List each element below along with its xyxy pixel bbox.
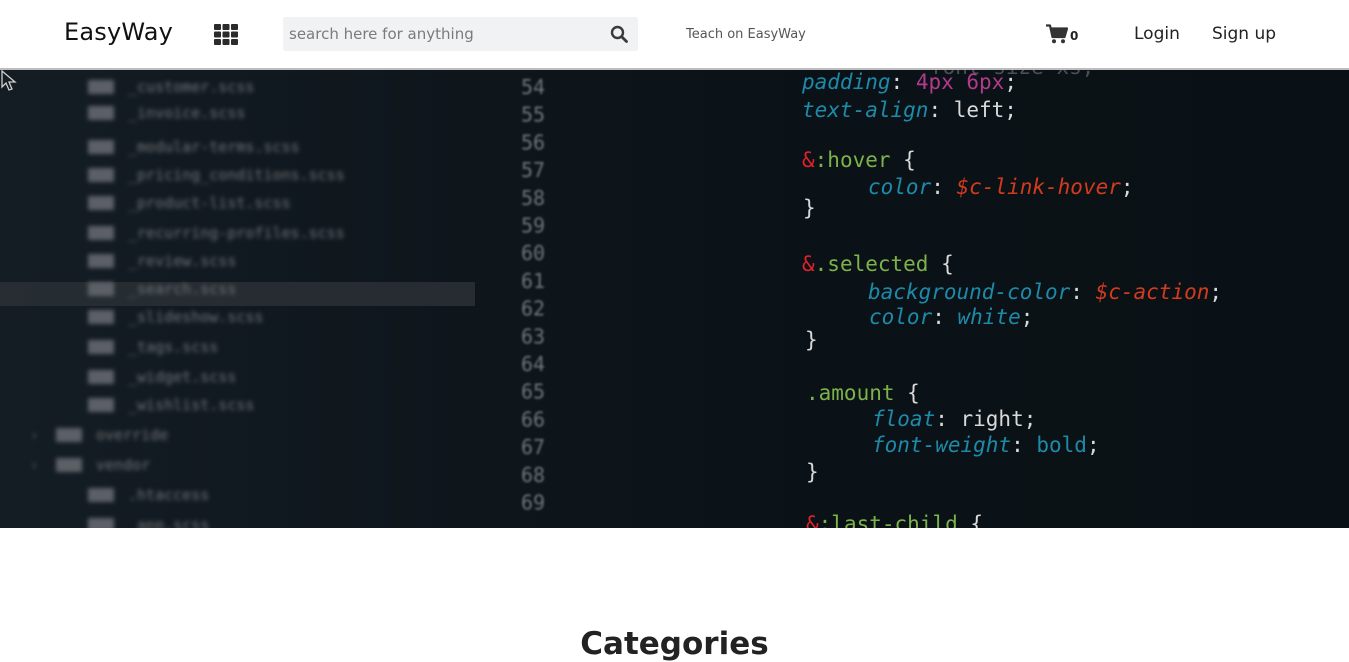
- file-tree-item: _app.scss: [128, 516, 209, 528]
- file-tree-selected-row: [0, 282, 475, 306]
- file-icon: [88, 340, 114, 354]
- teach-link[interactable]: Teach on EasyWay: [686, 27, 806, 42]
- code-line: }: [806, 460, 819, 484]
- line-number: 62: [521, 297, 545, 321]
- file-icon: [56, 428, 82, 442]
- line-number: 67: [521, 435, 545, 459]
- file-icon: [88, 370, 114, 384]
- file-icon: [88, 398, 114, 412]
- signup-link[interactable]: Sign up: [1212, 24, 1276, 44]
- brand-logo[interactable]: EasyWay: [64, 18, 173, 46]
- file-tree-item: _pricing_conditions.scss: [128, 166, 345, 184]
- code-line: &.selected {: [802, 252, 954, 276]
- code-line: .amount {: [806, 381, 920, 405]
- file-icon: [88, 254, 114, 268]
- line-number: 58: [521, 186, 545, 210]
- file-icon: [88, 518, 114, 528]
- shopping-cart-icon: [1046, 24, 1068, 44]
- line-number: 54: [521, 75, 545, 99]
- file-icon: [88, 140, 114, 154]
- line-number: 60: [521, 241, 545, 265]
- file-icon: [88, 310, 114, 324]
- file-icon: [88, 196, 114, 210]
- line-number: 55: [521, 103, 545, 127]
- file-tree-item: _recurring-profiles.scss: [128, 224, 345, 242]
- file-icon: [88, 168, 114, 182]
- file-icon: [88, 488, 114, 502]
- file-tree-item: _tags.scss: [128, 338, 218, 356]
- code-line: color: white;: [869, 305, 1033, 329]
- top-navbar: EasyWay Teach on EasyWay 0 Login: [0, 0, 1349, 70]
- code-line: color: $c-link-hover;: [868, 175, 1134, 199]
- code-line: &:hover {: [802, 148, 916, 172]
- line-number: 56: [521, 130, 545, 154]
- apps-grid-icon[interactable]: [214, 24, 238, 45]
- line-number: 64: [521, 352, 545, 376]
- categories-heading: Categories: [580, 625, 769, 662]
- code-line: padding: 4px 6px;: [801, 70, 1017, 94]
- file-tree-item: _invoice.scss: [128, 104, 245, 122]
- line-number: 57: [521, 158, 545, 182]
- folder-arrow-icon: ›: [30, 428, 38, 444]
- line-number: 63: [521, 324, 545, 348]
- code-background-image: _customer.scss _invoice.scss _modular-term…: [0, 70, 1222, 528]
- file-tree-item: vendor: [96, 456, 150, 474]
- code-line: }: [803, 196, 816, 220]
- search-input[interactable]: [283, 17, 593, 51]
- code-line: text-align: left;: [802, 98, 1017, 122]
- file-tree-item: _slideshow.scss: [128, 308, 263, 326]
- file-tree-item: _widget.scss: [128, 368, 236, 386]
- login-link[interactable]: Login: [1134, 24, 1180, 44]
- line-number: 69: [521, 491, 545, 515]
- file-tree-item: _customer.scss: [128, 78, 254, 96]
- file-icon: [88, 106, 114, 120]
- file-icon: [88, 80, 114, 94]
- line-number: 68: [521, 463, 545, 487]
- file-tree-item: _wishlist.scss: [128, 396, 254, 414]
- cart-count-badge: 0: [1070, 29, 1079, 43]
- file-tree-item: _search.scss: [128, 280, 236, 298]
- file-icon: [88, 226, 114, 240]
- file-tree-item: _product-list.scss: [128, 194, 291, 212]
- file-tree-item: _modular-terms.scss: [128, 138, 300, 156]
- file-tree-item: .htaccess: [128, 486, 209, 504]
- code-line: float: right;: [872, 407, 1036, 431]
- code-line: &:last-child {: [806, 512, 983, 528]
- line-number: 65: [521, 380, 545, 404]
- line-numbers: 54 55 56 57 58 59 60 61 62 63 64 65 66 67 68 69: [521, 75, 545, 515]
- code-line: }: [805, 328, 818, 352]
- file-icon: [88, 282, 114, 296]
- hero-banner: _customer.scss _invoice.scss _modular-term…: [0, 70, 1349, 528]
- file-tree-item: _review.scss: [128, 252, 236, 270]
- line-number: 66: [521, 407, 545, 431]
- code-line: font-weight: bold;: [872, 433, 1100, 457]
- mouse-pointer-icon: [1, 70, 17, 91]
- code-line: background-color: $c-action;: [868, 280, 1222, 304]
- code-editor-text: font-size-xs;padding: 4px 6px;text-align…: [801, 70, 1222, 528]
- folder-arrow-icon: ›: [30, 458, 38, 474]
- search-bar: [283, 17, 638, 51]
- search-icon[interactable]: [610, 25, 628, 43]
- file-icon: [56, 458, 82, 472]
- file-tree-item: override: [96, 426, 168, 444]
- line-number: 59: [521, 214, 545, 238]
- line-number: 61: [521, 269, 545, 293]
